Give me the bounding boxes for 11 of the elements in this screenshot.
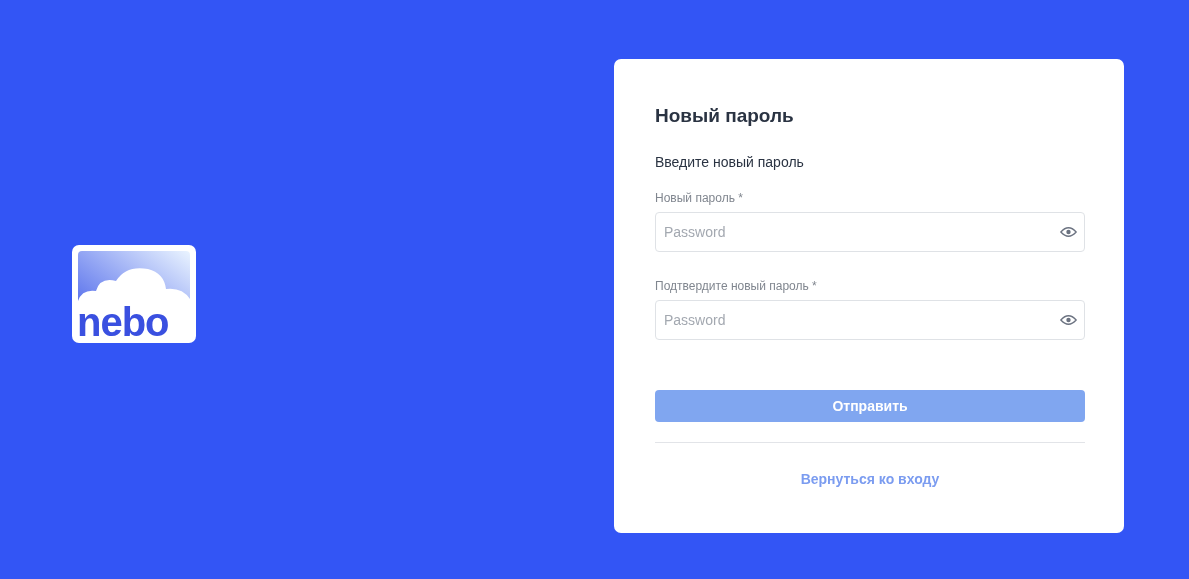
field-label: Подтвердите новый пароль * (655, 278, 818, 294)
form-title: Новый пароль (655, 104, 795, 128)
field-label: Новый пароль * (655, 190, 744, 206)
eye-icon[interactable] (1060, 314, 1077, 326)
eye-icon[interactable] (1060, 226, 1077, 238)
logo-text: nebo (77, 302, 169, 342)
cloud-icon (78, 251, 190, 337)
password-field[interactable]: Password (655, 300, 1085, 340)
form-subtitle: Введите новый пароль (655, 153, 805, 171)
password-field[interactable]: Password (655, 212, 1085, 252)
back-to-login-link[interactable]: Вернуться ко входу (800, 471, 940, 487)
